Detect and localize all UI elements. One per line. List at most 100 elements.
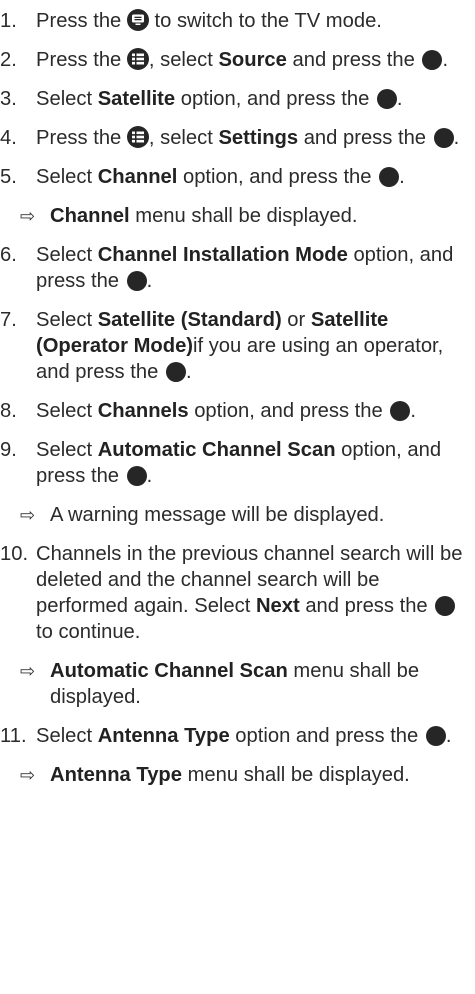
ok-button-icon: [165, 362, 186, 382]
result-5: ⇨ Channel menu shall be displayed.: [0, 203, 475, 229]
ok-button-icon: [422, 50, 443, 70]
text: Press the: [36, 49, 127, 71]
text: option, and press the: [175, 88, 375, 110]
result-text: Channel menu shall be displayed.: [50, 203, 475, 229]
result-9: ⇨ A warning message will be displayed.: [0, 502, 475, 528]
text: or: [281, 309, 311, 331]
text: Select: [36, 166, 98, 188]
text: Select: [36, 439, 98, 461]
text: Select: [36, 88, 98, 110]
step-number: 7.: [0, 309, 17, 331]
step-text: Select Satellite option, and press the .: [36, 86, 475, 112]
bold-term: Next: [255, 595, 300, 617]
bold-term: Satellite (Standard): [97, 309, 282, 331]
bold-term: Channel: [97, 166, 178, 188]
bold-term: Channel: [50, 205, 130, 227]
text: Press the: [36, 127, 127, 149]
step-text: Press the , select Source and press the …: [36, 47, 475, 73]
bold-term: Settings: [218, 127, 299, 149]
step-text: Select Channel option, and press the .: [36, 164, 475, 190]
step-1: 1. Press the to switch to the TV mode.: [0, 8, 475, 34]
step-11: 11. Select Antenna Type option and press…: [0, 723, 475, 749]
step-7: 7. Select Satellite (Standard) or Satell…: [0, 307, 475, 385]
step-text: Press the to switch to the TV mode.: [36, 8, 475, 34]
bold-term: Antenna Type: [50, 764, 182, 786]
bold-term: Automatic Channel Scan: [97, 439, 336, 461]
step-text: Select Satellite (Standard) or Satellite…: [36, 307, 475, 385]
result-text: A warning message will be displayed.: [50, 504, 385, 526]
bold-term: Channel Installation Mode: [97, 244, 348, 266]
text: option and press the: [229, 725, 424, 747]
ok-button-icon: [379, 167, 400, 187]
text: and press the: [299, 595, 434, 617]
text: .: [185, 361, 192, 383]
text: to switch to the TV mode.: [148, 10, 382, 32]
text: , select: [148, 49, 219, 71]
text: .: [442, 49, 449, 71]
tv-mode-button-icon: [126, 9, 149, 31]
result-text: Antenna Type menu shall be displayed.: [50, 762, 475, 788]
step-2: 2. Press the , select Source and press t…: [0, 47, 475, 73]
step-text: Select Channels option, and press the .: [36, 398, 475, 424]
text: .: [410, 400, 416, 422]
ok-button-icon: [376, 89, 397, 109]
text: Select: [36, 309, 98, 331]
text: .: [396, 88, 403, 110]
ok-button-icon: [126, 466, 147, 486]
text: .: [399, 166, 405, 188]
ok-button-icon: [425, 726, 446, 746]
menu-button-icon: [126, 48, 149, 70]
step-number: 6.: [0, 244, 17, 266]
ok-button-icon: [435, 596, 456, 616]
step-text: Channels in the previous channel search …: [36, 541, 475, 645]
menu-button-icon: [126, 126, 149, 148]
step-number: 11.: [0, 725, 27, 747]
step-3: 3. Select Satellite option, and press th…: [0, 86, 475, 112]
step-text: Select Automatic Channel Scan option, an…: [36, 437, 475, 489]
step-number: 4.: [0, 127, 17, 149]
step-6: 6. Select Channel Installation Mode opti…: [0, 242, 475, 294]
step-4: 4. Press the , select Settings and press…: [0, 125, 475, 151]
text: to continue.: [36, 621, 141, 643]
step-10: 10. Channels in the previous channel sea…: [0, 541, 475, 645]
ok-button-icon: [433, 128, 454, 148]
step-9: 9. Select Automatic Channel Scan option,…: [0, 437, 475, 489]
text: .: [453, 127, 460, 149]
text: menu shall be displayed.: [181, 764, 410, 786]
text: and press the: [286, 49, 421, 71]
step-text: Select Antenna Type option and press the…: [36, 723, 475, 749]
text: Select: [36, 725, 98, 747]
text: option, and press the: [177, 166, 378, 188]
arrow-icon: ⇨: [20, 505, 36, 525]
text: , select: [148, 127, 219, 149]
text: menu shall be displayed.: [129, 205, 358, 227]
step-number: 5.: [0, 166, 17, 188]
text: .: [146, 270, 153, 292]
text: .: [146, 465, 153, 487]
text: .: [445, 725, 452, 747]
step-number: 3.: [0, 88, 17, 110]
step-number: 2.: [0, 49, 17, 71]
text: Select: [36, 244, 98, 266]
step-number: 10.: [0, 543, 29, 565]
text: option, and press the: [188, 400, 389, 422]
step-5: 5. Select Channel option, and press the …: [0, 164, 475, 190]
instruction-list: 1. Press the to switch to the TV mode. 2…: [0, 0, 475, 788]
result-text: Automatic Channel Scan menu shall be dis…: [50, 658, 475, 710]
step-text: Press the , select Settings and press th…: [36, 125, 475, 151]
arrow-icon: ⇨: [20, 206, 36, 226]
text: Press the: [36, 10, 127, 32]
ok-button-icon: [390, 401, 411, 421]
step-text: Select Channel Installation Mode option,…: [36, 242, 475, 294]
step-number: 1.: [0, 10, 17, 32]
result-10: ⇨ Automatic Channel Scan menu shall be d…: [0, 658, 475, 710]
arrow-icon: ⇨: [20, 765, 36, 785]
step-8: 8. Select Channels option, and press the…: [0, 398, 475, 424]
step-number: 9.: [0, 439, 17, 461]
text: and press the: [298, 127, 432, 149]
bold-term: Source: [218, 49, 287, 71]
bold-term: Channels: [97, 400, 189, 422]
ok-button-icon: [126, 271, 147, 291]
text: Select: [36, 400, 98, 422]
result-11: ⇨ Antenna Type menu shall be displayed.: [0, 762, 475, 788]
